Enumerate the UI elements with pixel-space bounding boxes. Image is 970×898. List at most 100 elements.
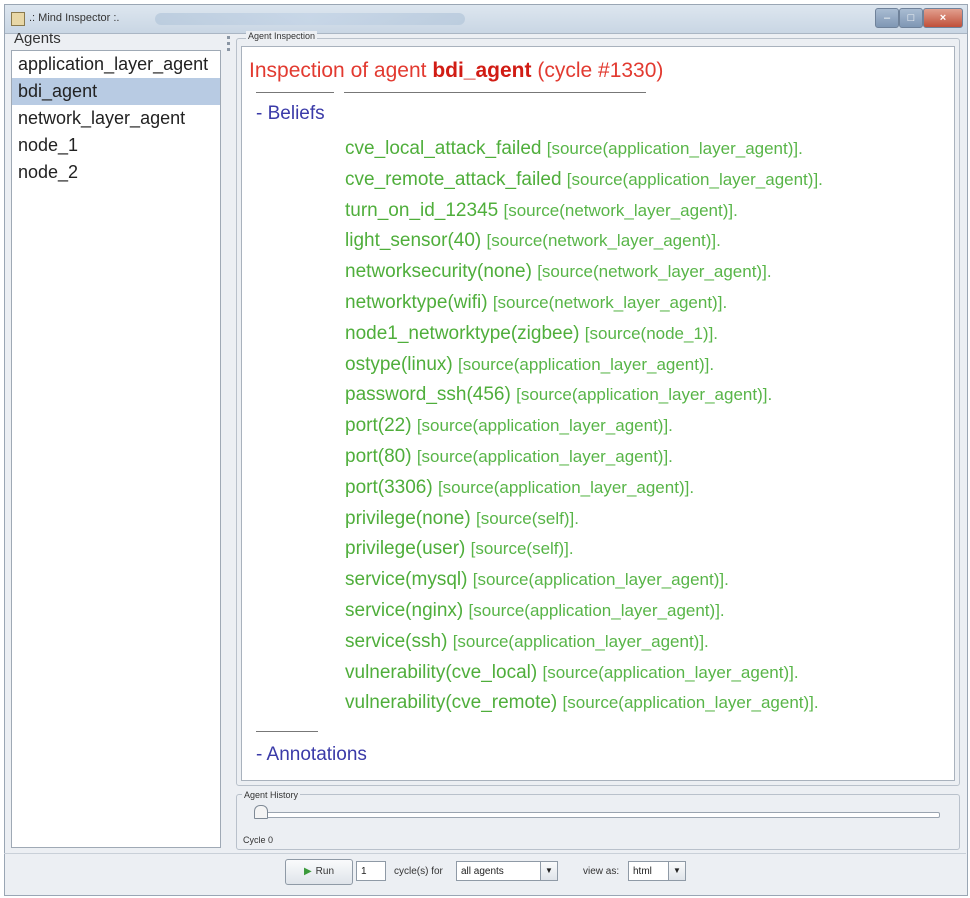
agent-history-legend: Agent History	[242, 790, 301, 800]
window-title: .: Mind Inspector :.	[29, 12, 120, 24]
history-slider-label: Cycle 0	[243, 835, 274, 845]
history-slider-track[interactable]	[258, 812, 940, 818]
belief-source: [source(application_layer_agent)].	[562, 693, 819, 713]
belief-source: [source(application_layer_agent)].	[458, 354, 715, 374]
belief-item: cve_local_attack_failed [source(applicat…	[345, 138, 803, 160]
agents-list[interactable]: application_layer_agent bdi_agent network_…	[11, 50, 221, 848]
belief-source: [source(application_layer_agent)].	[516, 385, 773, 405]
toolbar-separator	[4, 853, 966, 854]
title-bar: .: Mind Inspector :. – □ ×	[5, 5, 967, 34]
maximize-icon[interactable]: □	[899, 8, 923, 28]
view-as-label: view as:	[583, 866, 620, 877]
belief-source: [source(network_layer_agent)].	[537, 262, 772, 282]
cycles-for-label: cycle(s) for	[394, 866, 443, 877]
belief-term: port(22)	[345, 415, 412, 437]
belief-term: service(mysql)	[345, 569, 468, 591]
belief-item: port(3306) [source(application_layer_age…	[345, 477, 694, 499]
splitter-grip-dot	[227, 42, 230, 45]
agents-panel-header: Agents	[14, 30, 61, 47]
agents-scope-select[interactable]: all agents ▼	[456, 861, 558, 881]
belief-item: light_sensor(40) [source(network_layer_a…	[345, 230, 721, 252]
inspection-title-prefix: Inspection of agent	[249, 59, 427, 82]
belief-term: privilege(none)	[345, 507, 471, 529]
cycles-count-input[interactable]: 1	[356, 861, 386, 881]
belief-term: service(nginx)	[345, 600, 464, 621]
agent-list-item[interactable]: network_layer_agent	[12, 105, 220, 132]
belief-term: networksecurity(none)	[345, 261, 532, 283]
belief-source: [source(self)].	[470, 539, 574, 559]
belief-source: [source(network_layer_agent)].	[486, 231, 721, 251]
belief-source: [source(application_layer_agent)].	[472, 570, 729, 590]
belief-term: cve_local_attack_failed	[345, 138, 542, 159]
agent-history-group	[236, 794, 960, 850]
agent-inspection-legend: Agent Inspection	[246, 31, 318, 41]
belief-term: turn_on_id_12345	[345, 199, 499, 221]
title-underline-right	[344, 92, 646, 93]
split-pane-divider[interactable]	[226, 34, 232, 844]
minimize-icon[interactable]: –	[875, 8, 899, 28]
agent-list-item[interactable]: bdi_agent	[12, 78, 220, 105]
belief-term: node1_networktype(zigbee)	[345, 322, 580, 344]
app-icon	[11, 12, 25, 26]
belief-item: port(22) [source(application_layer_agent…	[345, 415, 673, 437]
belief-item: privilege(none) [source(self)].	[345, 508, 579, 530]
belief-source: [source(network_layer_agent)].	[503, 200, 738, 220]
belief-item: password_ssh(456) [source(application_la…	[345, 384, 772, 406]
belief-term: port(3306)	[345, 476, 433, 498]
dropdown-arrow-icon[interactable]: ▼	[668, 862, 685, 880]
belief-item: ostype(linux) [source(application_layer_…	[345, 354, 714, 376]
belief-source: [source(node_1)].	[584, 323, 719, 343]
agent-list-item[interactable]: node_1	[12, 132, 220, 159]
dropdown-arrow-icon[interactable]: ▼	[540, 862, 557, 880]
belief-item: vulnerability(cve_local) [source(applica…	[345, 662, 799, 684]
belief-term: vulnerability(cve_local)	[345, 661, 538, 683]
belief-item: cve_remote_attack_failed [source(applica…	[345, 169, 823, 191]
belief-source: [source(application_layer_agent)].	[437, 477, 695, 497]
close-icon[interactable]: ×	[923, 8, 963, 28]
belief-source: [source(application_layer_agent)].	[452, 631, 709, 651]
belief-term: cve_remote_attack_failed	[345, 168, 562, 190]
belief-source: [source(application_layer_agent)].	[468, 601, 725, 620]
view-as-select[interactable]: html ▼	[628, 861, 686, 881]
belief-term: networktype(wifi)	[345, 292, 488, 313]
belief-item: port(80) [source(application_layer_agent…	[345, 446, 673, 468]
belief-item: vulnerability(cve_remote) [source(applic…	[345, 692, 819, 714]
inspection-cycle: (cycle #1330)	[537, 59, 664, 82]
agent-list-item[interactable]: application_layer_agent	[12, 51, 220, 78]
agents-scope-value: all agents	[461, 866, 504, 877]
belief-term: ostype(linux)	[345, 353, 453, 375]
belief-item: turn_on_id_12345 [source(network_layer_a…	[345, 200, 738, 222]
belief-item: networksecurity(none) [source(network_la…	[345, 261, 772, 283]
splitter-grip-dot	[227, 36, 230, 39]
beliefs-end-rule	[256, 731, 318, 732]
belief-item: privilege(user) [source(self)].	[345, 538, 574, 560]
belief-term: password_ssh(456)	[345, 384, 511, 406]
play-icon: ▶	[303, 866, 312, 877]
view-as-value: html	[633, 866, 652, 877]
belief-term: privilege(user)	[345, 538, 466, 560]
belief-source: [source(application_layer_agent)].	[566, 169, 823, 189]
inspection-title: Inspection of agent bdi_agent (cycle #13…	[249, 59, 663, 83]
run-button-label: Run	[315, 866, 335, 877]
agent-inspection-view[interactable]: Inspection of agent bdi_agent (cycle #13…	[241, 46, 955, 781]
belief-item: node1_networktype(zigbee) [source(node_1…	[345, 323, 718, 345]
title-underline-left	[256, 92, 334, 93]
annotations-section-toggle[interactable]: - Annotations	[256, 744, 367, 766]
belief-item: service(mysql) [source(application_layer…	[345, 569, 729, 591]
belief-source: [source(self)].	[475, 508, 579, 528]
inspection-agent-name: bdi_agent	[432, 59, 532, 82]
belief-item: service(ssh) [source(application_layer_a…	[345, 631, 709, 653]
run-button[interactable]: ▶ Run	[285, 859, 353, 885]
belief-term: service(ssh)	[345, 630, 448, 652]
belief-term: vulnerability(cve_remote)	[345, 692, 558, 714]
history-slider-thumb[interactable]	[254, 805, 268, 819]
belief-item: networktype(wifi) [source(network_layer_…	[345, 292, 727, 314]
belief-source: [source(application_layer_agent)].	[416, 416, 673, 436]
title-bar-blurred-text	[155, 13, 465, 25]
belief-term: light_sensor(40)	[345, 230, 482, 252]
belief-source: [source(network_layer_agent)].	[492, 293, 728, 312]
belief-source: [source(application_layer_agent)].	[542, 662, 799, 682]
belief-item: service(nginx) [source(application_layer…	[345, 600, 725, 622]
agent-list-item[interactable]: node_2	[12, 159, 220, 186]
beliefs-section-toggle[interactable]: - Beliefs	[256, 103, 325, 125]
